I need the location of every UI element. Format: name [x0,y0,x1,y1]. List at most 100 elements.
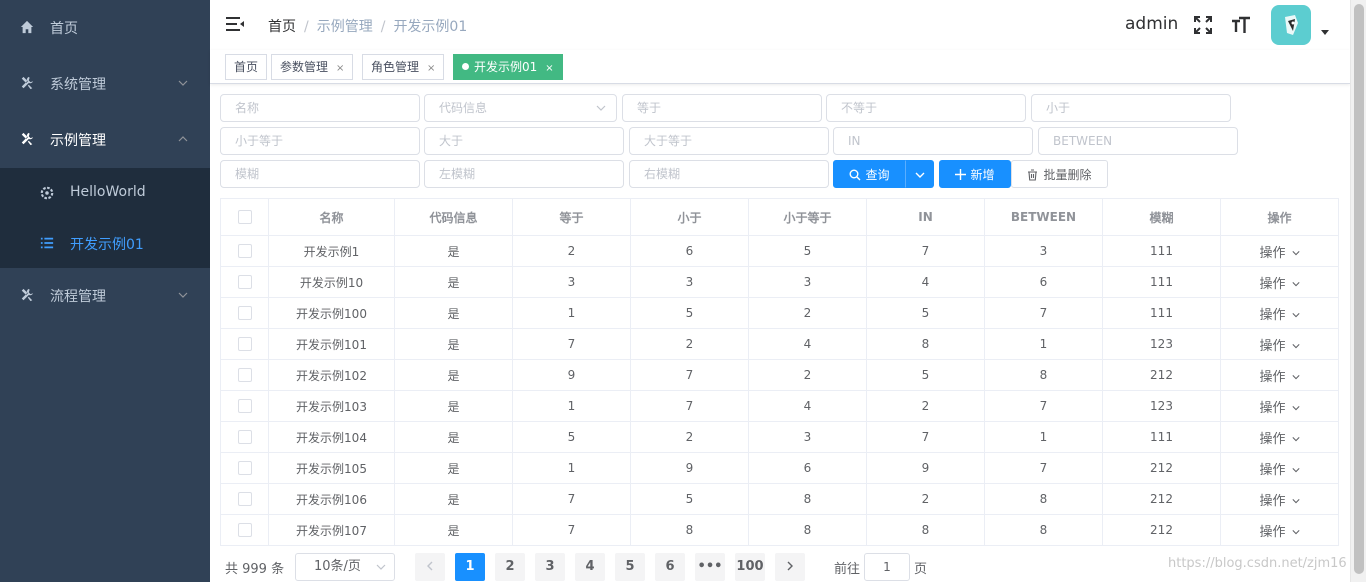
table-cell: 111 [1103,236,1221,266]
hamburger-icon[interactable] [226,15,244,33]
right-like-field[interactable] [630,161,828,187]
table-cell: 111 [1103,422,1221,452]
tag-params[interactable]: 参数管理 × [271,54,354,80]
in-input[interactable] [833,127,1033,155]
page-button-4[interactable]: 4 [575,553,605,581]
left-like-input[interactable] [424,160,624,188]
gt-field[interactable] [425,128,623,154]
like-input[interactable] [220,160,420,188]
tag-dev-example[interactable]: 开发示例01 × [453,54,563,80]
eq-input[interactable] [622,94,822,122]
code-select[interactable] [424,94,617,122]
query-button[interactable]: 查询 [833,160,906,188]
gt-input[interactable] [424,127,624,155]
table-cell: 2 [631,329,749,359]
eq-field[interactable] [623,95,821,121]
page-button-3[interactable]: 3 [535,553,565,581]
sidebar-item-dev-example[interactable]: 开发示例01 [0,218,210,268]
chevron-down-icon [915,172,924,178]
row-checkbox[interactable] [237,337,252,351]
table-header-row: 名称 代码信息 等于 小于 小于等于 IN BETWEEN 模糊 操作 [221,199,1338,236]
breadcrumb-item[interactable]: 首页 [268,19,296,35]
lt-field[interactable] [1032,95,1230,121]
between-field[interactable] [1039,128,1237,154]
font-size-icon[interactable] [1231,15,1251,35]
like-field[interactable] [221,161,419,187]
next-page-button[interactable] [775,553,805,581]
lte-input[interactable] [220,127,420,155]
table-cell: 操作 [1221,484,1338,514]
add-button[interactable]: 新增 [939,160,1011,188]
sidebar-item-system[interactable]: 系统管理 [0,56,210,112]
row-checkbox[interactable] [237,368,252,382]
page-button-2[interactable]: 2 [495,553,525,581]
row-action-dropdown[interactable]: 操作 [1259,242,1300,261]
row-checkbox[interactable] [237,306,252,320]
gte-field[interactable] [630,128,828,154]
between-input[interactable] [1038,127,1238,155]
select-all-checkbox[interactable] [237,210,252,224]
avatar[interactable] [1271,5,1311,45]
breadcrumb-item[interactable]: 示例管理 [317,19,373,35]
page-button-5[interactable]: 5 [615,553,645,581]
gte-input[interactable] [629,127,829,155]
row-action-dropdown[interactable]: 操作 [1259,304,1300,323]
row-action-dropdown[interactable]: 操作 [1259,428,1300,447]
sidebar-item-example[interactable]: 示例管理 [0,112,210,168]
row-action-dropdown[interactable]: 操作 [1259,273,1300,292]
row-checkbox[interactable] [237,399,252,413]
more-pages-button[interactable]: ••• [695,553,725,581]
lt-input[interactable] [1031,94,1231,122]
table-cell: 7 [867,236,985,266]
prev-page-button[interactable] [415,553,445,581]
row-checkbox[interactable] [237,275,252,289]
sidebar-item-helloworld[interactable]: HelloWorld [0,168,210,218]
tag-home[interactable]: 首页 [225,54,268,80]
row-checkbox[interactable] [237,492,252,506]
table-cell: 开发示例102 [269,360,395,390]
scrollbar-thumb[interactable] [1354,4,1364,574]
page-button-1[interactable]: 1 [455,553,485,581]
table-cell: 7 [985,391,1103,421]
close-icon[interactable]: × [336,63,344,74]
table-cell: 7 [513,515,631,545]
row-action-dropdown[interactable]: 操作 [1259,490,1300,509]
chevron-right-icon [787,561,793,571]
page-size-select[interactable]: 10条/页 [295,553,395,581]
row-action-dropdown[interactable]: 操作 [1259,459,1300,478]
batch-delete-button[interactable]: 批量删除 [1011,160,1108,188]
row-action-dropdown[interactable]: 操作 [1259,335,1300,354]
sidebar-item-process[interactable]: 流程管理 [0,268,210,324]
row-action-dropdown[interactable]: 操作 [1259,366,1300,385]
row-checkbox[interactable] [237,461,252,475]
row-action-dropdown[interactable]: 操作 [1259,521,1300,540]
table-cell: 3 [749,267,867,297]
right-like-input[interactable] [629,160,829,188]
fullscreen-icon[interactable] [1193,15,1213,35]
row-checkbox-cell [221,360,269,390]
sidebar-item-home[interactable]: 首页 [0,0,210,56]
query-dropdown-button[interactable] [905,160,934,188]
lte-field[interactable] [221,128,419,154]
in-field[interactable] [834,128,1032,154]
row-action-dropdown[interactable]: 操作 [1259,397,1300,416]
page-button-100[interactable]: 100 [735,553,765,581]
name-field[interactable] [221,95,419,121]
page-button-6[interactable]: 6 [655,553,685,581]
caret-down-icon[interactable] [1321,30,1329,35]
close-icon[interactable]: × [545,63,553,74]
neq-field[interactable] [827,95,1025,121]
neq-input[interactable] [826,94,1026,122]
row-checkbox[interactable] [237,523,252,537]
row-checkbox[interactable] [237,244,252,258]
goto-page-input[interactable]: 1 [864,553,910,581]
name-input[interactable] [220,94,420,122]
row-checkbox[interactable] [237,430,252,444]
close-icon[interactable]: × [427,63,435,74]
left-like-field[interactable] [425,161,623,187]
table-header-cell: BETWEEN [985,199,1103,235]
tag-roles[interactable]: 角色管理 × [362,54,445,80]
scrollbar[interactable] [1350,0,1366,582]
username: admin [1125,14,1179,34]
code-field[interactable] [425,95,616,121]
